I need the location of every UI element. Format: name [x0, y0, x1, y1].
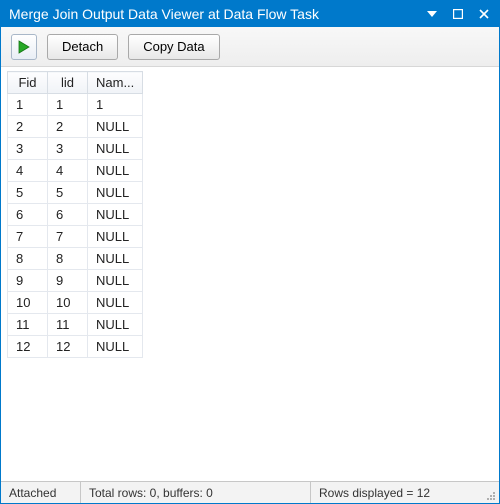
- maximize-icon[interactable]: [449, 6, 467, 22]
- table-cell[interactable]: 11: [48, 314, 88, 336]
- table-cell[interactable]: 10: [8, 292, 48, 314]
- table-cell[interactable]: 8: [48, 248, 88, 270]
- table-cell[interactable]: NULL: [88, 314, 143, 336]
- window-title: Merge Join Output Data Viewer at Data Fl…: [9, 6, 319, 22]
- table-cell[interactable]: 5: [48, 182, 88, 204]
- table-cell[interactable]: NULL: [88, 116, 143, 138]
- table-cell[interactable]: NULL: [88, 182, 143, 204]
- data-grid[interactable]: Fid lid Nam... 11122NULL33NULL44NULL55NU…: [7, 71, 143, 358]
- table-cell[interactable]: NULL: [88, 336, 143, 358]
- status-totals: Total rows: 0, buffers: 0: [81, 482, 311, 503]
- table-cell[interactable]: 8: [8, 248, 48, 270]
- grid-area[interactable]: Fid lid Nam... 11122NULL33NULL44NULL55NU…: [1, 67, 499, 481]
- play-button[interactable]: [11, 34, 37, 60]
- table-cell[interactable]: NULL: [88, 204, 143, 226]
- table-cell[interactable]: 7: [8, 226, 48, 248]
- close-icon[interactable]: [475, 6, 493, 22]
- table-row[interactable]: 22NULL: [8, 116, 143, 138]
- table-cell[interactable]: NULL: [88, 160, 143, 182]
- table-cell[interactable]: NULL: [88, 292, 143, 314]
- chevron-down-icon[interactable]: [423, 6, 441, 22]
- table-row[interactable]: 88NULL: [8, 248, 143, 270]
- table-cell[interactable]: 1: [8, 94, 48, 116]
- table-cell[interactable]: 9: [8, 270, 48, 292]
- table-row[interactable]: 1212NULL: [8, 336, 143, 358]
- table-cell[interactable]: 10: [48, 292, 88, 314]
- table-cell[interactable]: 7: [48, 226, 88, 248]
- table-cell[interactable]: 5: [8, 182, 48, 204]
- table-row[interactable]: 99NULL: [8, 270, 143, 292]
- table-cell[interactable]: NULL: [88, 226, 143, 248]
- table-cell[interactable]: 4: [8, 160, 48, 182]
- table-row[interactable]: 77NULL: [8, 226, 143, 248]
- table-row[interactable]: 1111NULL: [8, 314, 143, 336]
- data-viewer-window: Merge Join Output Data Viewer at Data Fl…: [0, 0, 500, 504]
- table-cell[interactable]: 1: [48, 94, 88, 116]
- table-cell[interactable]: NULL: [88, 138, 143, 160]
- grid-header-row: Fid lid Nam...: [8, 72, 143, 94]
- table-row[interactable]: 55NULL: [8, 182, 143, 204]
- copy-data-button[interactable]: Copy Data: [128, 34, 219, 60]
- table-cell[interactable]: 11: [8, 314, 48, 336]
- titlebar[interactable]: Merge Join Output Data Viewer at Data Fl…: [1, 1, 499, 27]
- table-cell[interactable]: 2: [8, 116, 48, 138]
- detach-button[interactable]: Detach: [47, 34, 118, 60]
- resize-grip-icon[interactable]: [481, 482, 499, 503]
- toolbar: Detach Copy Data: [1, 27, 499, 67]
- status-rows-displayed: Rows displayed = 12: [311, 482, 481, 503]
- table-row[interactable]: 33NULL: [8, 138, 143, 160]
- table-row[interactable]: 44NULL: [8, 160, 143, 182]
- table-cell[interactable]: 4: [48, 160, 88, 182]
- table-row[interactable]: 1010NULL: [8, 292, 143, 314]
- table-cell[interactable]: 3: [48, 138, 88, 160]
- table-cell[interactable]: 9: [48, 270, 88, 292]
- table-cell[interactable]: 6: [8, 204, 48, 226]
- column-header[interactable]: Fid: [8, 72, 48, 94]
- table-cell[interactable]: NULL: [88, 270, 143, 292]
- status-attached: Attached: [1, 482, 81, 503]
- window-controls: [423, 6, 493, 22]
- column-header[interactable]: lid: [48, 72, 88, 94]
- table-cell[interactable]: 3: [8, 138, 48, 160]
- table-cell[interactable]: 2: [48, 116, 88, 138]
- table-cell[interactable]: 6: [48, 204, 88, 226]
- column-header[interactable]: Nam...: [88, 72, 143, 94]
- table-cell[interactable]: 12: [8, 336, 48, 358]
- table-cell[interactable]: NULL: [88, 248, 143, 270]
- statusbar: Attached Total rows: 0, buffers: 0 Rows …: [1, 481, 499, 503]
- table-row[interactable]: 66NULL: [8, 204, 143, 226]
- table-cell[interactable]: 1: [88, 94, 143, 116]
- table-row[interactable]: 111: [8, 94, 143, 116]
- table-cell[interactable]: 12: [48, 336, 88, 358]
